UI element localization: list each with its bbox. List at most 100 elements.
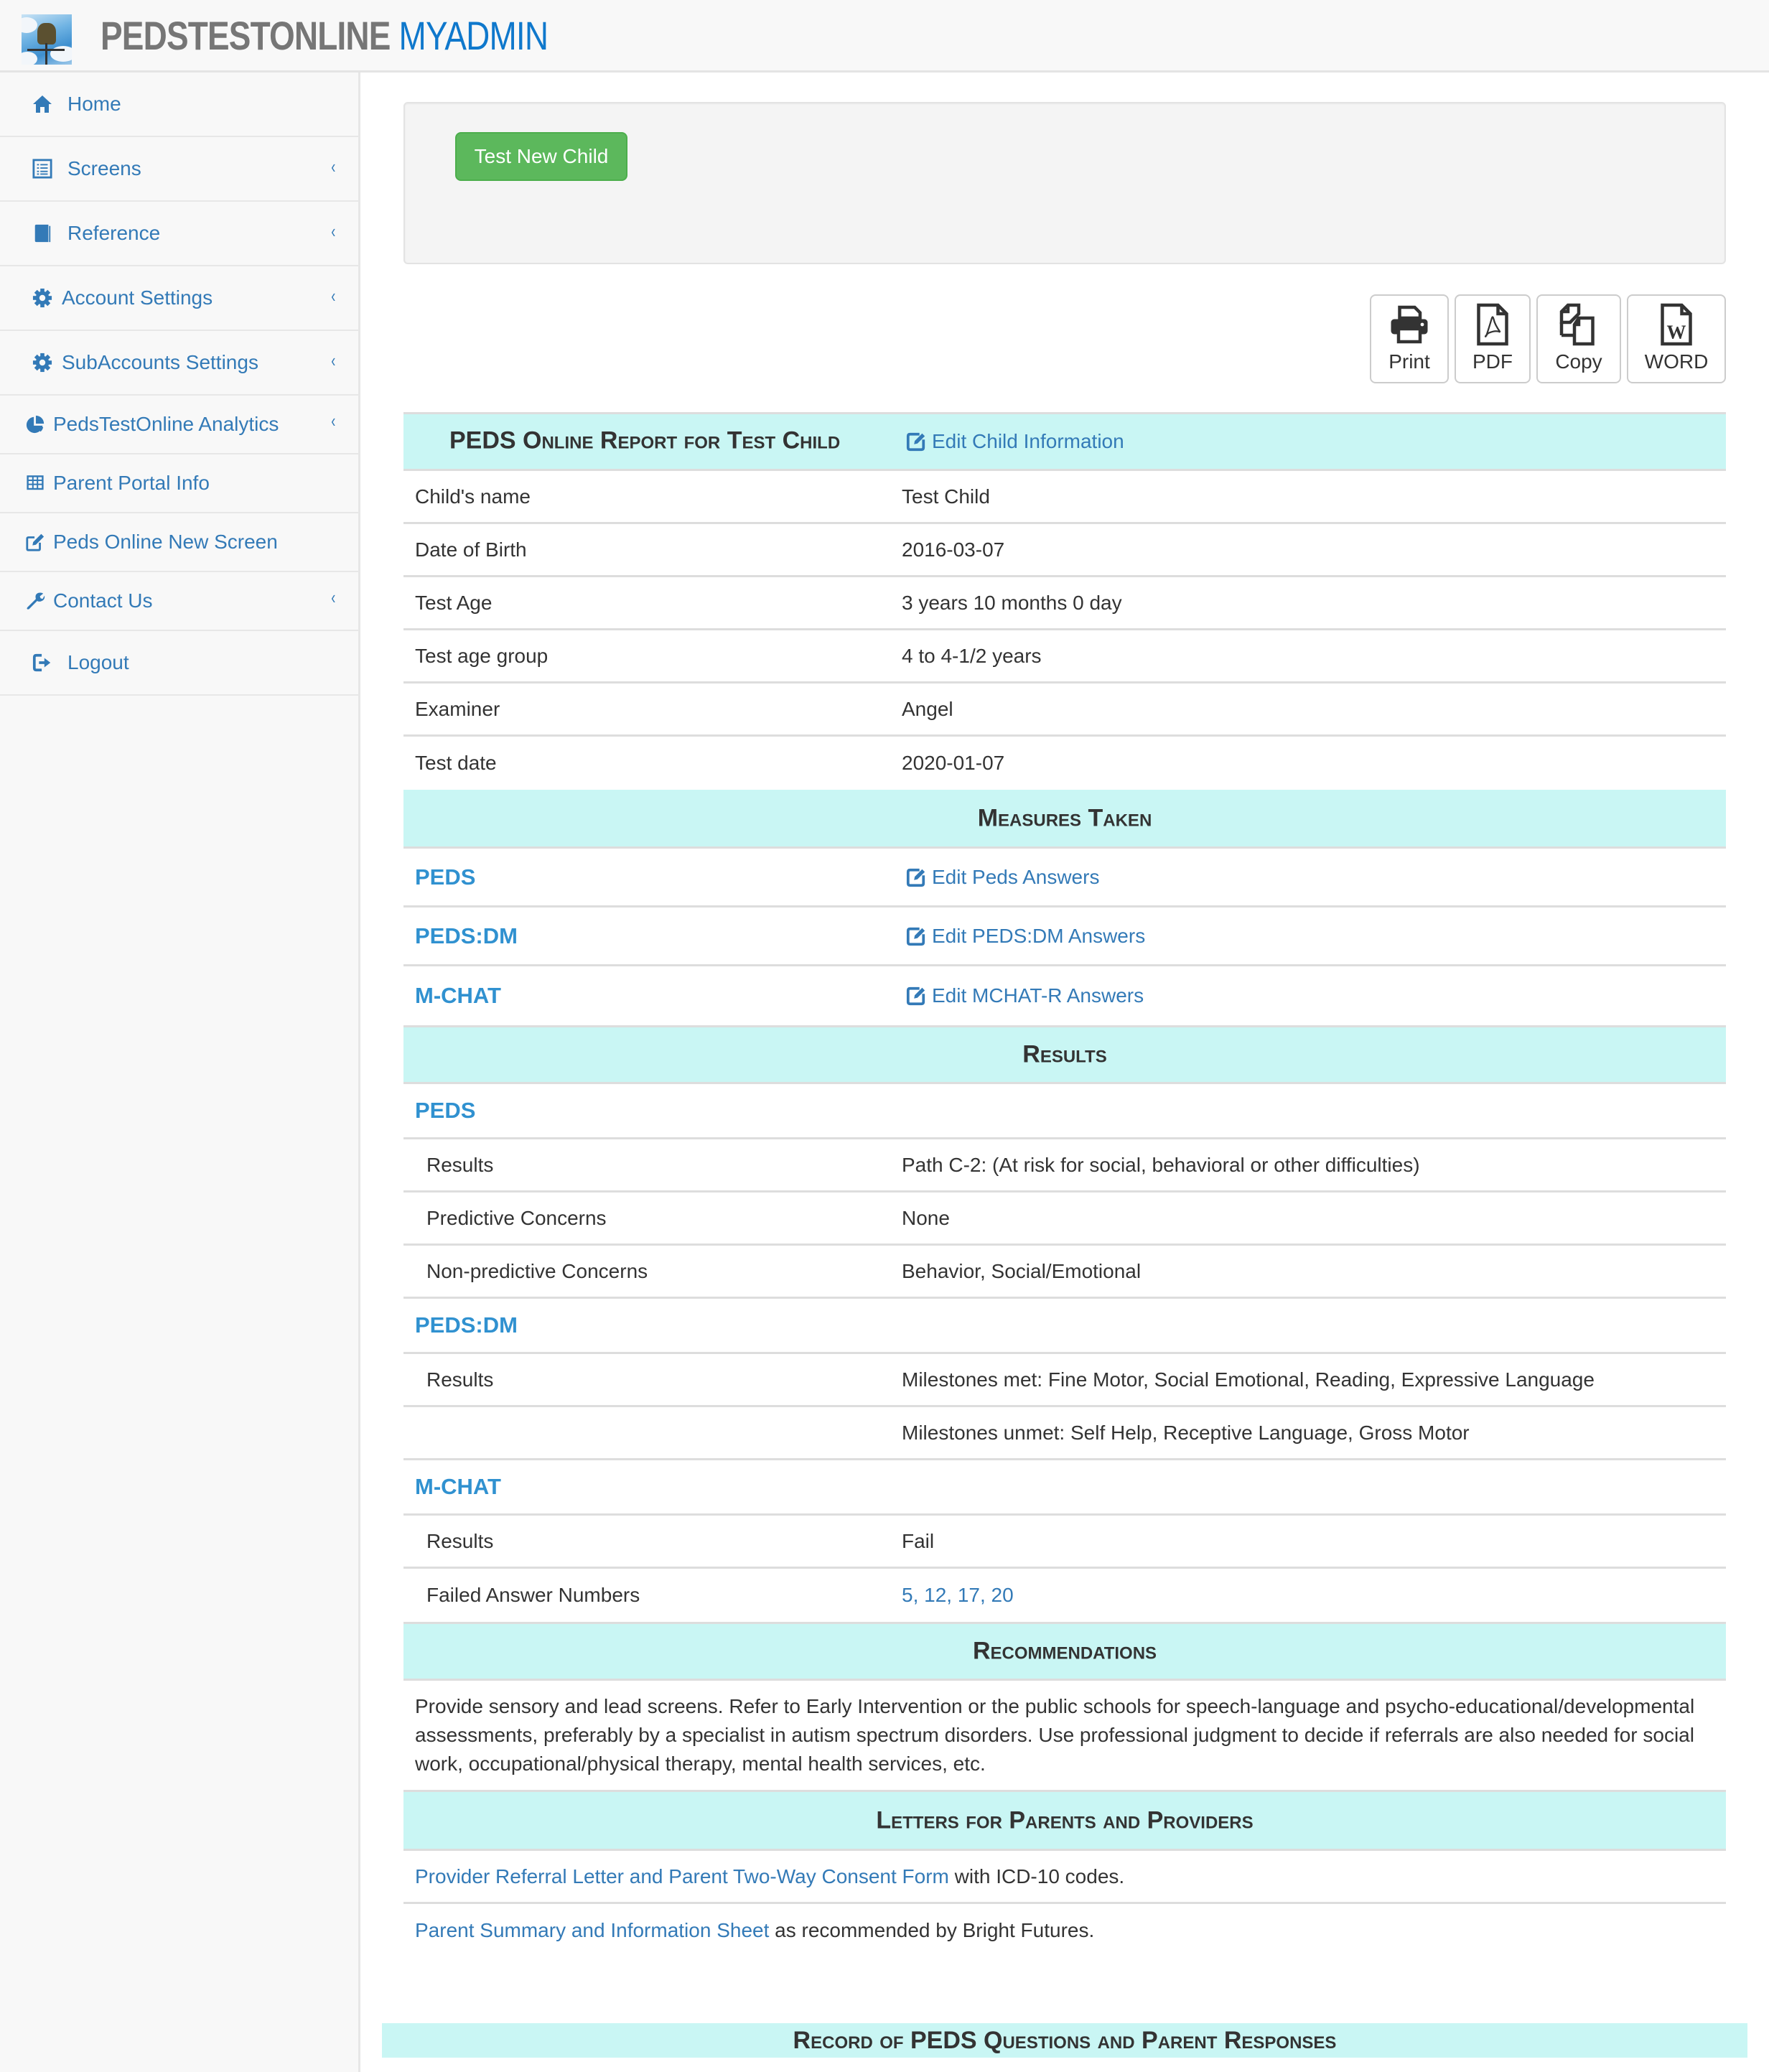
results-section-peds: PEDS (403, 1084, 1726, 1139)
result-row: Milestones unmet: Self Help, Receptive L… (403, 1407, 1726, 1460)
result-row: Results Milestones met: Fine Motor, Socia… (403, 1354, 1726, 1407)
recommendations-text: Provide sensory and lead screens. Refer … (403, 1681, 1726, 1792)
copy-icon (1559, 303, 1595, 346)
sidebar-item-account-settings[interactable]: Account Settings ‹ (0, 266, 358, 331)
info-value: 2016-03-07 (902, 538, 1005, 561)
measure-row-mchat: M-CHAT Edit MCHAT-R Answers (403, 966, 1726, 1025)
sidebar-item-parent-portal-info[interactable]: Parent Portal Info (0, 454, 358, 513)
result-row: Non-predictive Concerns Behavior, Social/… (403, 1246, 1726, 1299)
gear-icon (32, 287, 53, 309)
measure-name: PEDS:DM (415, 923, 518, 948)
measures-taken-title: Measures Taken (977, 804, 1152, 831)
print-button[interactable]: Print (1370, 294, 1449, 383)
brand-secondary: MYADMIN (398, 13, 549, 58)
weathervane-logo-icon[interactable] (22, 14, 72, 65)
sidebar-item-label: Home (67, 93, 121, 115)
result-value: None (902, 1206, 950, 1229)
letter-row: Provider Referral Letter and Parent Two-… (403, 1851, 1726, 1904)
edit-peds-answers-link[interactable]: Edit Peds Answers (906, 866, 1099, 889)
sidebar-item-label: Screens (67, 157, 141, 179)
brand-title[interactable]: PEDSTESTONLINE MYADMIN (101, 13, 549, 59)
sidebar-item-peds-online-new-screen[interactable]: Peds Online New Screen (0, 513, 358, 572)
copy-button[interactable]: Copy (1536, 294, 1621, 383)
result-value: Milestones unmet: Self Help, Receptive L… (902, 1421, 1470, 1444)
edit-pedsdm-answers-link[interactable]: Edit PEDS:DM Answers (906, 925, 1145, 948)
result-label: Results (426, 1368, 494, 1391)
info-value: 2020-01-07 (902, 752, 1005, 774)
word-button[interactable]: W WORD (1627, 294, 1726, 383)
info-label: Examiner (415, 697, 500, 720)
info-row: Test age group 4 to 4-1/2 years (403, 630, 1726, 683)
export-toolbar: Print PDF Copy W WORD (1370, 294, 1726, 383)
result-value: Path C-2: (At risk for social, behaviora… (902, 1153, 1420, 1176)
measure-row-pedsdm: PEDS:DM Edit PEDS:DM Answers (403, 907, 1726, 966)
info-row: Test date 2020-01-07 (403, 737, 1726, 790)
sidebar-item-analytics[interactable]: PedsTestOnline Analytics ‹ (0, 396, 358, 454)
list-icon (32, 158, 53, 179)
edit-icon (906, 986, 925, 1006)
book-icon (32, 223, 53, 244)
sidebar-item-label: Account Settings (62, 286, 213, 309)
result-value: Behavior, Social/Emotional (902, 1259, 1142, 1282)
letter-suffix: with ICD-10 codes. (948, 1865, 1125, 1887)
test-new-child-button[interactable]: Test New Child (455, 132, 627, 181)
info-label: Test Age (415, 591, 493, 614)
results-title: Results (1022, 1040, 1107, 1068)
results-header: Results (403, 1025, 1726, 1084)
result-row: Failed Answer Numbers 5, 12, 17, 20 (403, 1569, 1726, 1622)
info-row: Date of Birth 2016-03-07 (403, 524, 1726, 577)
result-label: Non-predictive Concerns (426, 1259, 648, 1282)
edit-child-information-link[interactable]: Edit Child Information (906, 430, 1124, 453)
info-value: 4 to 4-1/2 years (902, 644, 1042, 667)
sidebar-item-label: PedsTestOnline Analytics (53, 413, 279, 435)
result-label: Results (426, 1153, 494, 1176)
sidebar-item-label: Parent Portal Info (53, 472, 210, 494)
sidebar-item-screens[interactable]: Screens ‹ (0, 137, 358, 202)
pdf-button[interactable]: PDF (1455, 294, 1531, 383)
measures-taken-header: Measures Taken (403, 790, 1726, 849)
info-label: Child's name (415, 485, 531, 508)
sidebar-item-label: SubAccounts Settings (62, 351, 258, 373)
sidebar-item-reference[interactable]: Reference ‹ (0, 202, 358, 266)
pdf-file-icon (1477, 303, 1508, 346)
sidebar-item-logout[interactable]: Logout (0, 631, 358, 696)
results-section-title: PEDS (415, 1098, 476, 1123)
edit-icon (906, 432, 925, 452)
action-panel: Test New Child (403, 102, 1726, 264)
sidebar-item-label: Peds Online New Screen (53, 531, 278, 553)
brand-primary: PEDSTESTONLINE (101, 13, 391, 58)
result-value: Milestones met: Fine Motor, Social Emoti… (902, 1368, 1595, 1391)
recommendations-title: Recommendations (972, 1637, 1157, 1665)
sidebar-item-subaccounts-settings[interactable]: SubAccounts Settings ‹ (0, 331, 358, 396)
gear-icon (32, 352, 53, 373)
parent-summary-sheet-link[interactable]: Parent Summary and Information Sheet (415, 1919, 769, 1941)
letter-suffix: as recommended by Bright Futures. (769, 1919, 1095, 1941)
info-row: Examiner Angel (403, 683, 1726, 737)
result-value: Fail (902, 1529, 935, 1552)
failed-answer-numbers-link[interactable]: 5, 12, 17, 20 (902, 1584, 1014, 1607)
edit-mchat-answers-link[interactable]: Edit MCHAT-R Answers (906, 984, 1144, 1007)
sidebar-item-home[interactable]: Home (0, 73, 358, 137)
provider-referral-letter-link[interactable]: Provider Referral Letter and Parent Two-… (415, 1865, 949, 1887)
info-value: Angel (902, 697, 953, 720)
letters-title: Letters for Parents and Providers (876, 1806, 1254, 1834)
chevron-left-icon: ‹ (331, 350, 336, 371)
result-label: Predictive Concerns (426, 1206, 607, 1229)
printer-icon (1391, 305, 1428, 344)
report-title-header: PEDS Online Report for Test Child Edit C… (403, 412, 1726, 471)
pie-chart-icon (24, 414, 46, 435)
sidebar: Home Screens ‹ Reference ‹ Account Setti… (0, 73, 360, 2072)
results-section-title: PEDS:DM (415, 1312, 518, 1338)
info-label: Date of Birth (415, 538, 527, 561)
sidebar-item-label: Contact Us (53, 589, 153, 612)
chevron-left-icon: ‹ (331, 285, 336, 307)
sidebar-item-contact-us[interactable]: Contact Us ‹ (0, 572, 358, 631)
result-label: Results (426, 1529, 494, 1552)
sidebar-item-label: Logout (67, 651, 129, 673)
measure-name: M-CHAT (415, 983, 501, 1008)
edit-link-label: Edit MCHAT-R Answers (932, 984, 1144, 1007)
results-section-mchat: M-CHAT (403, 1460, 1726, 1516)
edit-icon (906, 927, 925, 946)
record-questions-header: Record of PEDS Questions and Parent Resp… (382, 2023, 1747, 2058)
top-navbar: PEDSTESTONLINE MYADMIN (0, 0, 1769, 73)
